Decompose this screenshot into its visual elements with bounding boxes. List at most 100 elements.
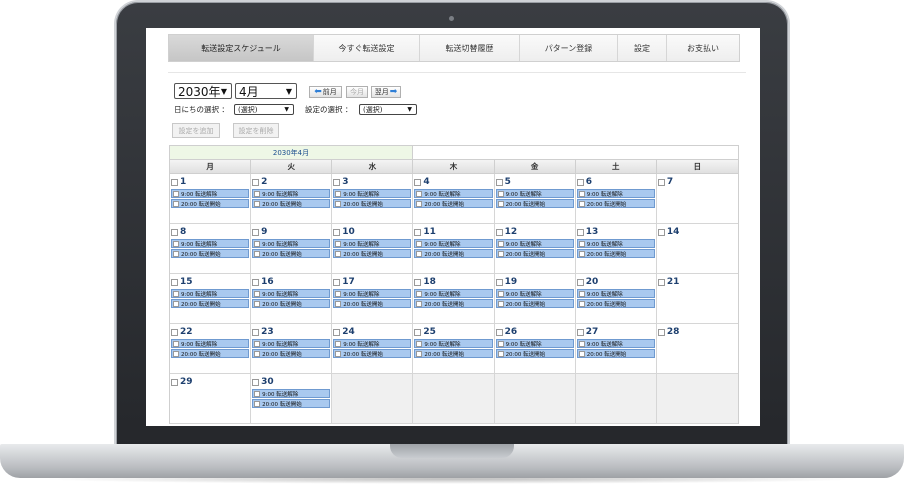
event-checkbox[interactable] xyxy=(173,340,179,347)
calendar-day-cell[interactable]: 28 xyxy=(656,324,738,374)
schedule-event[interactable]: 9:00 転送解除 xyxy=(414,189,493,198)
calendar-day-cell[interactable]: 7 xyxy=(656,174,738,224)
schedule-event[interactable]: 20:00 転送開始 xyxy=(495,299,574,308)
event-checkbox[interactable] xyxy=(578,300,585,307)
event-checkbox[interactable] xyxy=(254,290,261,297)
calendar-day-cell[interactable]: 20 9:00 転送解除 20:00 転送開始 xyxy=(575,274,657,324)
calendar-day-cell[interactable]: 14 xyxy=(656,224,738,274)
schedule-event[interactable]: 9:00 転送解除 xyxy=(576,339,655,348)
schedule-event[interactable]: 9:00 転送解除 xyxy=(333,189,412,198)
event-checkbox[interactable] xyxy=(416,250,423,257)
day-checkbox[interactable] xyxy=(252,378,260,386)
event-checkbox[interactable] xyxy=(416,290,423,297)
day-checkbox[interactable] xyxy=(414,228,422,236)
event-checkbox[interactable] xyxy=(335,200,342,207)
calendar-day-cell[interactable]: 30 9:00 転送解除 20:00 転送開始 xyxy=(251,374,333,424)
event-checkbox[interactable] xyxy=(254,190,261,197)
schedule-event[interactable]: 9:00 転送解除 xyxy=(252,389,331,398)
event-checkbox[interactable] xyxy=(335,290,342,297)
day-checkbox[interactable] xyxy=(252,278,260,286)
day-checkbox[interactable] xyxy=(252,228,260,236)
day-checkbox[interactable] xyxy=(495,278,503,286)
day-checkbox[interactable] xyxy=(171,328,178,336)
schedule-event[interactable]: 9:00 転送解除 xyxy=(171,339,250,348)
calendar-day-cell[interactable]: 12 9:00 転送解除 20:00 転送開始 xyxy=(494,224,576,274)
schedule-event[interactable]: 20:00 転送開始 xyxy=(333,349,412,358)
schedule-event[interactable]: 20:00 転送開始 xyxy=(333,249,412,258)
day-checkbox[interactable] xyxy=(657,328,665,336)
schedule-event[interactable]: 20:00 転送開始 xyxy=(252,249,331,258)
event-checkbox[interactable] xyxy=(497,240,504,247)
schedule-event[interactable]: 20:00 転送開始 xyxy=(576,199,655,208)
event-checkbox[interactable] xyxy=(416,340,423,347)
event-checkbox[interactable] xyxy=(578,340,585,347)
month-select[interactable]: 4月 ▼ xyxy=(235,83,297,99)
event-checkbox[interactable] xyxy=(335,350,342,357)
tab-transfer-now[interactable]: 今すぐ転送設定 xyxy=(314,35,420,61)
calendar-day-cell[interactable]: 17 9:00 転送解除 20:00 転送開始 xyxy=(332,274,414,324)
delete-setting-button[interactable]: 設定を削除 xyxy=(233,123,279,138)
day-checkbox[interactable] xyxy=(414,278,422,286)
calendar-day-cell[interactable]: 10 9:00 転送解除 20:00 転送開始 xyxy=(332,224,414,274)
schedule-event[interactable]: 20:00 転送開始 xyxy=(576,299,655,308)
event-checkbox[interactable] xyxy=(254,200,261,207)
event-checkbox[interactable] xyxy=(173,190,179,197)
schedule-event[interactable]: 9:00 転送解除 xyxy=(495,289,574,298)
day-checkbox[interactable] xyxy=(414,178,422,186)
calendar-day-cell[interactable]: 1 9:00 転送解除 20:00 転送開始 xyxy=(170,174,252,224)
event-checkbox[interactable] xyxy=(497,290,504,297)
event-checkbox[interactable] xyxy=(335,190,342,197)
current-month-button[interactable]: 今月 xyxy=(346,86,368,98)
day-checkbox[interactable] xyxy=(576,228,584,236)
calendar-day-cell[interactable]: 9 9:00 転送解除 20:00 転送開始 xyxy=(251,224,333,274)
schedule-event[interactable]: 20:00 転送開始 xyxy=(576,249,655,258)
event-checkbox[interactable] xyxy=(578,350,585,357)
schedule-event[interactable]: 9:00 転送解除 xyxy=(576,189,655,198)
event-checkbox[interactable] xyxy=(254,340,261,347)
day-checkbox[interactable] xyxy=(495,228,503,236)
event-checkbox[interactable] xyxy=(416,300,423,307)
schedule-event[interactable]: 9:00 転送解除 xyxy=(414,239,493,248)
event-checkbox[interactable] xyxy=(578,200,585,207)
schedule-event[interactable]: 9:00 転送解除 xyxy=(414,289,493,298)
event-checkbox[interactable] xyxy=(416,240,423,247)
event-checkbox[interactable] xyxy=(335,340,342,347)
schedule-event[interactable]: 20:00 転送開始 xyxy=(414,299,493,308)
calendar-day-cell[interactable]: 26 9:00 転送解除 20:00 転送開始 xyxy=(494,324,576,374)
schedule-event[interactable]: 9:00 転送解除 xyxy=(252,289,331,298)
schedule-event[interactable]: 20:00 転送開始 xyxy=(495,249,574,258)
event-checkbox[interactable] xyxy=(335,240,342,247)
calendar-day-cell[interactable]: 5 9:00 転送解除 20:00 転送開始 xyxy=(494,174,576,224)
calendar-day-cell[interactable]: 29 xyxy=(170,374,252,424)
schedule-event[interactable]: 20:00 転送開始 xyxy=(495,349,574,358)
calendar-day-cell[interactable]: 24 9:00 転送解除 20:00 転送開始 xyxy=(332,324,414,374)
calendar-day-cell[interactable]: 6 9:00 転送解除 20:00 転送開始 xyxy=(575,174,657,224)
schedule-event[interactable]: 9:00 転送解除 xyxy=(333,339,412,348)
schedule-event[interactable]: 9:00 転送解除 xyxy=(171,289,250,298)
schedule-event[interactable]: 20:00 転送開始 xyxy=(495,199,574,208)
event-checkbox[interactable] xyxy=(335,250,342,257)
calendar-day-cell[interactable]: 18 9:00 転送解除 20:00 転送開始 xyxy=(413,274,495,324)
next-month-button[interactable]: 翌月 ➡ xyxy=(371,86,401,98)
event-checkbox[interactable] xyxy=(578,250,585,257)
day-checkbox[interactable] xyxy=(657,278,665,286)
event-checkbox[interactable] xyxy=(335,300,342,307)
calendar-day-cell[interactable]: 21 xyxy=(656,274,738,324)
event-checkbox[interactable] xyxy=(173,200,179,207)
event-checkbox[interactable] xyxy=(497,350,504,357)
schedule-event[interactable]: 9:00 転送解除 xyxy=(333,239,412,248)
year-select[interactable]: 2030年 ▼ xyxy=(174,83,232,99)
schedule-event[interactable]: 20:00 転送開始 xyxy=(252,349,331,358)
day-checkbox[interactable] xyxy=(333,278,341,286)
tab-pattern-register[interactable]: パターン登録 xyxy=(520,35,618,61)
calendar-day-cell[interactable]: 22 9:00 転送解除 20:00 転送開始 xyxy=(170,324,252,374)
day-checkbox[interactable] xyxy=(495,178,503,186)
day-checkbox[interactable] xyxy=(576,278,584,286)
calendar-day-cell[interactable]: 4 9:00 転送解除 20:00 転送開始 xyxy=(413,174,495,224)
day-checkbox[interactable] xyxy=(657,178,665,186)
event-checkbox[interactable] xyxy=(254,300,261,307)
schedule-event[interactable]: 9:00 転送解除 xyxy=(495,239,574,248)
day-checkbox[interactable] xyxy=(576,328,584,336)
calendar-day-cell[interactable]: 16 9:00 転送解除 20:00 転送開始 xyxy=(251,274,333,324)
event-checkbox[interactable] xyxy=(578,240,585,247)
